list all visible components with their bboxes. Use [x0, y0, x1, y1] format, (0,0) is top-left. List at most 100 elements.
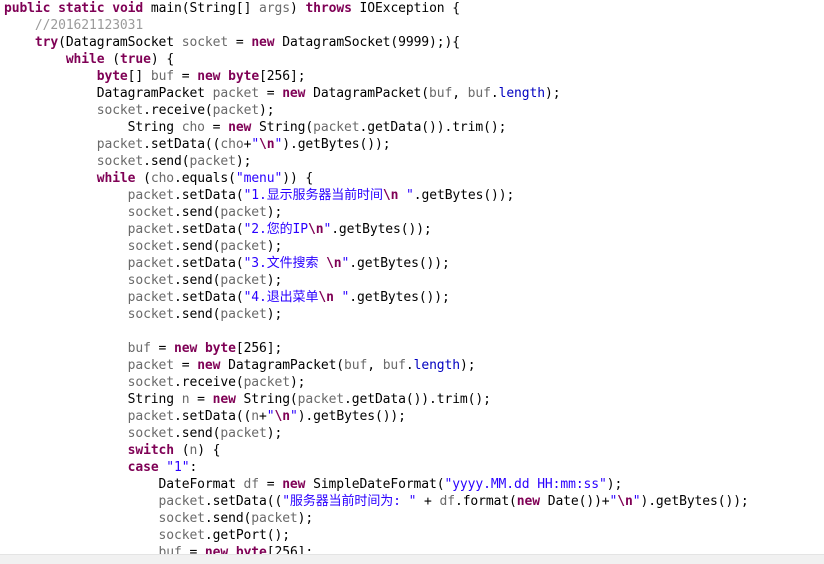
code-token-plain: String( [251, 120, 314, 135]
code-token-plain: .getBytes()); [413, 188, 515, 203]
code-token-str: "1.显示服务器当前时间 [243, 188, 383, 203]
code-line: socket.send(packet); [4, 425, 749, 442]
code-token-kw: byte [228, 69, 260, 84]
code-token-kw: void [112, 1, 144, 16]
code-line: byte[] buf = new byte[256]; [4, 68, 749, 85]
code-token-plain: + [416, 494, 440, 509]
code-token-loc: socket [127, 239, 175, 254]
code-line: packet.setData("1.显示服务器当前时间\n ".getBytes… [4, 187, 749, 204]
code-token-loc: packet [243, 375, 290, 390]
code-token-plain: + [259, 409, 267, 424]
code-token-loc: socket [127, 273, 175, 288]
code-line: socket.send(packet); [4, 306, 749, 323]
code-token-plain: . [405, 358, 414, 373]
code-token-str: " [398, 188, 414, 203]
code-token-kw: new [228, 120, 252, 135]
code-token-loc: socket [96, 103, 144, 118]
code-token-loc: buf [344, 358, 368, 373]
code-line: String cho = new String(packet.getData()… [4, 119, 749, 136]
code-token-plain: ); [235, 154, 252, 169]
code-token-plain: .equals( [174, 171, 236, 186]
code-token-loc: socket [158, 528, 205, 543]
code-token-loc: buf [467, 86, 491, 101]
code-token-loc: buf [429, 86, 453, 101]
code-token-plain: DatagramPacket( [220, 358, 345, 373]
code-token-loc: df [243, 477, 260, 492]
viewport-bottom-strip [0, 554, 824, 564]
code-token-plain: .send( [174, 307, 221, 322]
code-token-plain: .getBytes()); [349, 256, 450, 271]
code-token-str: "服务器当前时间为: " [282, 494, 417, 509]
code-token-kw: new [197, 69, 221, 84]
code-token-loc: cho [220, 137, 244, 152]
code-token-plain: = [189, 392, 213, 407]
code-token-kw: case [127, 460, 159, 475]
code-token-kw: while [65, 52, 105, 67]
code-token-plain: IOException { [351, 1, 461, 16]
code-token-str: " [333, 290, 350, 305]
code-line: socket.send(packet); [4, 272, 749, 289]
code-token-kw: new [251, 35, 275, 50]
code-token-str: "2.您的IP [243, 222, 309, 237]
code-token-loc: packet [127, 409, 175, 424]
code-token-loc: socket [127, 205, 175, 220]
code-token-str: " [251, 137, 260, 152]
code-token-kw: byte [204, 341, 236, 356]
code-token-loc: socket [127, 375, 175, 390]
code-token-plain: : [189, 460, 198, 475]
code-token-cmt: //201621123031 [34, 18, 144, 33]
code-token-esc: \n [259, 137, 275, 152]
code-token-kw: true [119, 52, 151, 67]
code-token-plain: [] [127, 69, 151, 84]
code-token-plain: .receive( [143, 103, 213, 118]
code-token-kw: new [282, 86, 306, 101]
code-line: packet.setData("2.您的IP\n".getBytes()); [4, 221, 749, 238]
code-token-plain: = [204, 120, 229, 135]
code-token-loc: socket [127, 426, 175, 441]
code-token-plain: ); [266, 273, 283, 288]
code-line: switch (n) { [4, 442, 749, 459]
code-editor-viewport[interactable]: public static void main(String[] args) t… [0, 0, 824, 564]
code-token-fld: length [498, 86, 545, 101]
code-token-plain: .getData()).trim(); [359, 120, 507, 135]
code-token-kw: throws [305, 1, 352, 16]
code-token-plain: ) { [150, 52, 175, 67]
code-token-plain: ); [266, 307, 283, 322]
code-token-str: "yyyy.MM.dd HH:mm:ss" [444, 477, 607, 492]
code-token-plain: .getPort(); [204, 528, 290, 543]
code-token-loc: packet [220, 426, 267, 441]
code-token-kw: new [282, 477, 306, 492]
code-token-plain: ); [266, 426, 283, 441]
code-token-plain: ) [289, 1, 306, 16]
code-token-kw: new [174, 341, 198, 356]
code-line: socket.getPort(); [4, 527, 749, 544]
code-line: packet.setData((n+"\n").getBytes()); [4, 408, 749, 425]
source-code-block[interactable]: public static void main(String[] args) t… [0, 0, 749, 561]
code-token-plain: main(String[] [143, 1, 260, 16]
code-line: DatagramPacket packet = new DatagramPack… [4, 85, 749, 102]
code-token-kw: new [197, 358, 221, 373]
code-token-plain: ); [266, 239, 283, 254]
code-token-loc: packet [220, 239, 267, 254]
code-token-plain: = [174, 69, 198, 84]
code-token-plain: .setData(( [204, 494, 283, 509]
code-line: packet.setData("4.退出菜单\n ".getBytes()); [4, 289, 749, 306]
code-token-plain: .receive( [174, 375, 244, 390]
